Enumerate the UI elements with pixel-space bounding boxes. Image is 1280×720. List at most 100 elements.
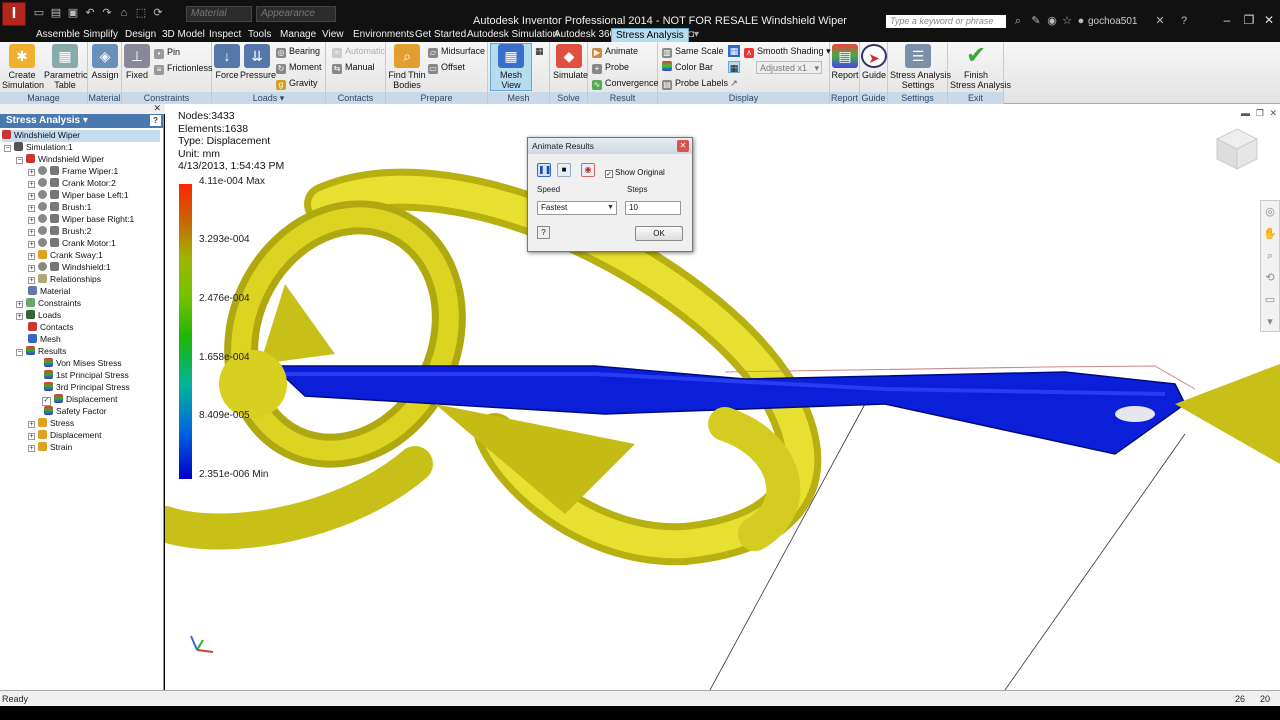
tree-result-folder[interactable]: + Stress [28,418,74,430]
open-icon[interactable]: ▤ [49,6,63,20]
tab-tools[interactable]: Tools [244,28,275,42]
tree-result-active[interactable]: ✓ Displacement [42,394,118,406]
tree-part[interactable]: + Frame Wiper:1 [28,166,118,178]
tree-result[interactable]: Von Mises Stress [44,358,122,370]
tree-result-folder[interactable]: + Strain [28,442,72,454]
tree-assembly[interactable]: − Windshield Wiper [16,154,104,166]
collapse-icon[interactable]: − [4,145,11,152]
find-thin-bodies-button[interactable]: ⌕ Find Thin Bodies [388,44,426,90]
tree-simulation[interactable]: − Simulation:1 [4,142,73,154]
automatic-button[interactable]: ≈ Automatic [332,45,385,58]
tree-material[interactable]: Material [28,286,70,298]
mesh-settings-icon[interactable]: ▦ [535,45,544,57]
viewcube-icon[interactable] [1212,124,1262,174]
expand-icon[interactable]: + [28,445,35,452]
expand-icon[interactable]: + [28,193,35,200]
deformation-scale-select[interactable]: Adjusted x1 ▾ [756,61,822,74]
tab-view[interactable]: View [318,28,348,42]
animate-button[interactable]: ▶ Animate [592,45,638,58]
browser-header[interactable]: Stress Analysis ▾ ? [0,114,163,128]
pressure-button[interactable]: ⇊ Pressure [240,44,276,80]
minimize-button[interactable]: – [1216,13,1238,27]
look-at-icon[interactable]: ▭ [1261,289,1279,311]
ribbon-toggle-icon[interactable]: ◘▾ [684,28,703,42]
exchange-icon[interactable]: ✕ [1154,15,1166,27]
record-button[interactable]: ◉ [581,163,595,177]
frictionless-button[interactable]: ≡ Frictionless [154,62,213,75]
tab-stress-analysis[interactable]: Stress Analysis [611,28,689,42]
parametric-table-button[interactable]: ▦ Parametric Table [44,44,88,90]
favorites-icon[interactable]: ☆ [1061,15,1073,27]
expand-icon[interactable]: + [28,253,35,260]
fixed-button[interactable]: ⊥ Fixed [124,44,150,80]
user-name[interactable]: gochoa501 [1088,16,1138,27]
tree-part[interactable]: + Crank Motor:2 [28,178,116,190]
guide-button[interactable]: ➤ Guide [861,44,887,80]
search-input[interactable]: Type a keyword or phrase [886,15,1006,29]
assign-button[interactable]: ◈ Assign [91,44,119,80]
expand-icon[interactable]: + [28,277,35,284]
group-label-loads[interactable]: Loads ▾ [212,92,325,104]
tree-mesh[interactable]: Mesh [28,334,61,346]
checkbox-checked-icon[interactable]: ✓ [42,397,51,406]
expand-icon[interactable]: + [28,265,35,272]
expand-icon[interactable]: + [28,241,35,248]
tree-results[interactable]: − Results [16,346,66,358]
tree-result[interactable]: Safety Factor [44,406,107,418]
expand-icon[interactable]: + [28,169,35,176]
expand-icon[interactable]: + [28,217,35,224]
offset-button[interactable]: ▭ Offset [428,61,465,74]
tree-root[interactable]: Windshield Wiper [2,130,160,142]
appearance-select[interactable]: Appearance [256,6,336,22]
shading-dropdown[interactable]: ∧ Smooth Shading ▾ [744,45,831,58]
collapse-icon[interactable]: − [16,349,23,356]
bearing-button[interactable]: ◎ Bearing [276,45,320,58]
boundary-conditions-icon[interactable]: ▦ [728,45,740,57]
force-button[interactable]: ↓ Force [214,44,240,80]
help-icon[interactable]: ? [150,115,161,126]
tab-inspect[interactable]: Inspect [205,28,245,42]
show-original-checkbox[interactable]: ✓ Show Original [605,168,665,178]
probe-labels-button[interactable]: ▤ Probe Labels [662,77,728,90]
pan-icon[interactable]: ✋ [1261,223,1279,245]
tree-result[interactable]: 3rd Principal Stress [44,382,130,394]
tree-result[interactable]: 1st Principal Stress [44,370,129,382]
manual-button[interactable]: ⇆ Manual [332,61,375,74]
stress-analysis-settings-button[interactable]: ☰ Stress Analysis Settings [890,44,951,90]
tree-part[interactable]: + Brush:2 [28,226,91,238]
save-icon[interactable]: ▣ [66,6,80,20]
expand-icon[interactable]: + [16,301,23,308]
tab-environments[interactable]: Environments [349,28,418,42]
viewport-restore-icon[interactable]: ❐ [1256,108,1264,119]
tree-relationships[interactable]: + Relationships [28,274,101,286]
tree-part[interactable]: + Windshield:1 [28,262,111,274]
help-icon[interactable]: ? [1178,15,1190,27]
viewport-close-icon[interactable]: ✕ [1269,108,1277,119]
report-button[interactable]: ▤ Report [831,44,859,80]
tree-part[interactable]: + Brush:1 [28,202,91,214]
convergence-button[interactable]: ∿ Convergence [592,77,659,90]
min-value-icon[interactable]: ↗ [728,77,740,89]
graphics-viewport[interactable]: Nodes:3433 Elements:1638 Type: Displacem… [165,104,1280,690]
tab-get-started[interactable]: Get Started [411,28,470,42]
pause-button[interactable]: ❚❚ [537,163,551,177]
redo-icon[interactable]: ↷ [100,6,114,20]
select-icon[interactable]: ⬚ [134,6,148,20]
expand-icon[interactable]: + [28,433,35,440]
tab-assemble[interactable]: Assemble [32,28,84,42]
create-simulation-button[interactable]: ✱ Create Simulation [2,44,44,90]
tree-part[interactable]: + Crank Sway:1 [28,250,103,262]
same-scale-button[interactable]: ▥ Same Scale [662,45,724,58]
dialog-close-button[interactable]: ✕ [677,140,689,152]
collapse-icon[interactable]: − [16,157,23,164]
tree-part[interactable]: + Wiper base Left:1 [28,190,129,202]
expand-icon[interactable]: + [28,229,35,236]
update-icon[interactable]: ⟳ [151,6,165,20]
user-icon[interactable]: ● [1075,15,1087,27]
speed-select[interactable]: Fastest ▼ [537,201,617,215]
max-value-icon[interactable]: ▦ [728,61,740,73]
pin-button[interactable]: • Pin [154,46,180,59]
steps-input[interactable]: 10 [625,201,681,215]
steering-wheel-icon[interactable]: ◎ [1261,201,1279,223]
expand-icon[interactable]: + [28,181,35,188]
